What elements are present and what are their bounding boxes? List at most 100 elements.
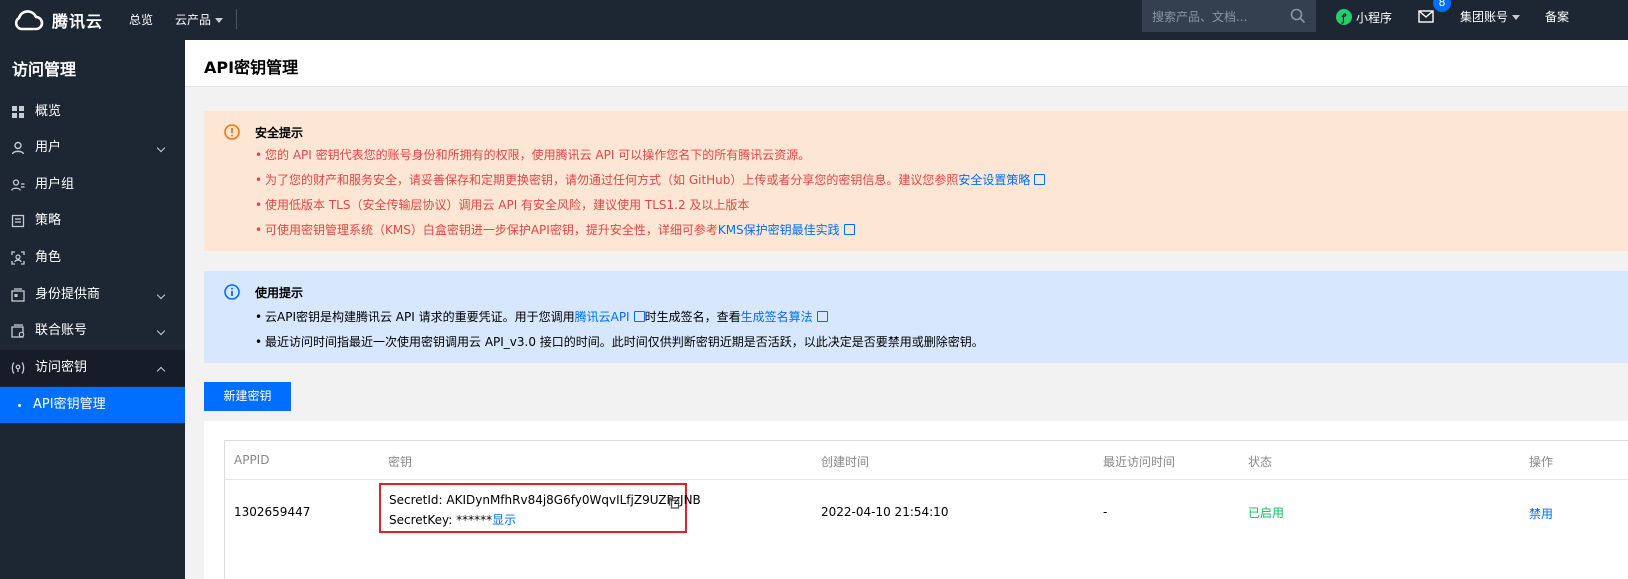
alert-line-text: 可使用密钥管理系统（KMS）白盒密钥进一步保护API密钥，提升安全性，详细可参考 bbox=[265, 223, 718, 237]
sidebar-item-api-key-management[interactable]: API密钥管理 bbox=[0, 387, 185, 423]
secret-highlight-box: SecretId: AKIDynMfhRv84j8G6fy0WqvILfjZ9U… bbox=[379, 483, 701, 533]
sidebar-item-user-groups[interactable]: 用户组 bbox=[0, 167, 185, 203]
alert-title: 安全提示 bbox=[255, 126, 304, 140]
secret-id: SecretId: AKIDynMfhRv84j8G6fy0WqvILfjZ9U… bbox=[389, 493, 701, 507]
table-header: APPID 密钥 创建时间 最近访问时间 状态 操作 bbox=[225, 441, 1628, 480]
security-alert: 安全提示 您的 API 密钥代表您的账号身份和所拥有的权限，使用腾讯云 API … bbox=[204, 111, 1628, 251]
beian-link[interactable]: 备案 bbox=[1545, 0, 1569, 34]
products-menu-label: 云产品 bbox=[175, 13, 212, 27]
mail-icon[interactable] bbox=[1418, 10, 1434, 23]
account-menu[interactable]: 集团账号 bbox=[1460, 0, 1521, 34]
secret-key: SecretKey: ******显示 bbox=[389, 511, 516, 528]
alert-line-text: 云API密钥是构建腾讯云 API 请求的重要凭证。用于您调用 bbox=[265, 310, 575, 324]
alert-line: 最近访问时间指最近一次使用密钥调用云 API_v3.0 接口的时间。此时间仅供判… bbox=[255, 333, 984, 350]
sidebar-item-label: API密钥管理 bbox=[33, 397, 106, 412]
tencent-cloud-logo[interactable]: 腾讯云 bbox=[12, 6, 103, 34]
page-header: API密钥管理 bbox=[185, 40, 1628, 87]
products-menu[interactable]: 云产品 bbox=[175, 0, 224, 40]
mini-program-icon: ꝭ bbox=[1336, 9, 1352, 25]
column-header-last-access: 最近访问时间 bbox=[1103, 455, 1176, 469]
security-policy-link[interactable]: 安全设置策略 bbox=[958, 173, 1030, 187]
account-label: 集团账号 bbox=[1460, 10, 1509, 24]
column-header-operations: 操作 bbox=[1529, 455, 1554, 469]
sidebar-item-label: 角色 bbox=[35, 250, 62, 265]
sidebar-item-roles[interactable]: 角色 bbox=[0, 240, 185, 276]
nav-divider bbox=[236, 9, 237, 29]
sidebar-item-label: 联合账号 bbox=[35, 323, 88, 338]
column-header-status: 状态 bbox=[1248, 455, 1273, 469]
show-secret-key-link[interactable]: 显示 bbox=[492, 513, 516, 527]
external-link-icon bbox=[843, 224, 855, 235]
alert-line: 为了您的财产和服务安全，请妥善保存和定期更换密钥，请勿通过任何方式（如 GitH… bbox=[255, 171, 1046, 188]
role-icon bbox=[11, 251, 25, 265]
sidebar: 访问管理 概览 用户 用户组 策略 角色 身份提供商 联合账号 访问密钥 API… bbox=[0, 40, 185, 579]
column-header-appid: APPID bbox=[234, 453, 270, 467]
sidebar-item-label: 策略 bbox=[35, 213, 62, 228]
warning-icon bbox=[224, 124, 240, 140]
column-header-created: 创建时间 bbox=[821, 455, 870, 469]
sidebar-item-users[interactable]: 用户 bbox=[0, 130, 185, 166]
sidebar-item-policies[interactable]: 策略 bbox=[0, 203, 185, 239]
cloud-api-link[interactable]: 腾讯云API bbox=[575, 310, 630, 324]
caret-down-icon bbox=[1512, 15, 1521, 20]
status-badge: 已启用 bbox=[1248, 506, 1285, 520]
page-title: API密钥管理 bbox=[204, 58, 299, 77]
sidebar-item-access-keys[interactable]: 访问密钥 bbox=[0, 350, 185, 386]
last-access-cell: - bbox=[1103, 505, 1108, 519]
external-link-icon bbox=[816, 311, 828, 322]
appid-cell: 1302659447 bbox=[234, 505, 311, 519]
alert-line: 使用低版本 TLS（安全传输层协议）调用云 API 有安全风险，建议使用 TLS… bbox=[255, 196, 749, 213]
search-input[interactable]: 搜索产品、文档... bbox=[1142, 0, 1316, 32]
mini-program-link[interactable]: ꝭ 小程序 bbox=[1336, 9, 1392, 25]
caret-down-icon bbox=[215, 18, 224, 23]
new-key-button[interactable]: 新建密钥 bbox=[204, 382, 291, 411]
top-navigation-bar: 腾讯云 总览 云产品 搜索产品、文档... ꝭ 小程序 8 集团账号 备案 bbox=[0, 0, 1628, 40]
user-icon bbox=[11, 141, 25, 155]
notification-badge: 8 bbox=[1433, 0, 1451, 12]
federated-account-icon bbox=[11, 324, 25, 338]
search-placeholder: 搜索产品、文档... bbox=[1152, 10, 1248, 24]
secret-key-label: SecretKey: bbox=[389, 513, 457, 527]
user-group-icon bbox=[11, 179, 25, 191]
signature-algorithm-link[interactable]: 生成签名算法 bbox=[741, 310, 813, 324]
secret-id-value[interactable]: AKIDynMfhRv84j8G6fy0WqvILfjZ9UZPzJNB bbox=[446, 493, 700, 507]
cloud-logo-icon bbox=[14, 10, 44, 31]
alert-line-text: 为了您的财产和服务安全，请妥善保存和定期更换密钥，请勿通过任何方式（如 GitH… bbox=[265, 173, 959, 187]
sidebar-item-label: 访问密钥 bbox=[35, 360, 88, 375]
sidebar-item-overview[interactable]: 概览 bbox=[0, 94, 185, 130]
key-table-panel: APPID 密钥 创建时间 最近访问时间 状态 操作 1302659447 Se… bbox=[204, 421, 1628, 579]
created-time-cell: 2022-04-10 21:54:10 bbox=[821, 505, 949, 519]
active-bullet-icon bbox=[18, 404, 21, 407]
external-link-icon bbox=[1034, 174, 1046, 185]
dashboard-icon bbox=[12, 106, 24, 118]
sidebar-title: 访问管理 bbox=[12, 60, 77, 79]
usage-alert: 使用提示 云API密钥是构建腾讯云 API 请求的重要凭证。用于您调用腾讯云AP… bbox=[204, 271, 1628, 363]
brand-name: 腾讯云 bbox=[52, 12, 104, 31]
chevron-down-icon bbox=[156, 143, 166, 153]
policy-icon bbox=[11, 214, 25, 228]
chevron-down-icon bbox=[156, 326, 166, 336]
sidebar-item-label: 概览 bbox=[35, 104, 62, 119]
alert-line: 云API密钥是构建腾讯云 API 请求的重要凭证。用于您调用腾讯云API 时生成签… bbox=[255, 308, 828, 325]
sidebar-item-label: 用户 bbox=[35, 140, 62, 155]
alert-line: 您的 API 密钥代表您的账号身份和所拥有的权限，使用腾讯云 API 可以操作您… bbox=[255, 146, 810, 163]
disable-key-link[interactable]: 禁用 bbox=[1529, 505, 1553, 522]
secret-id-label: SecretId: bbox=[389, 493, 447, 507]
alert-title: 使用提示 bbox=[255, 286, 304, 300]
identity-provider-icon bbox=[11, 288, 25, 302]
sidebar-item-federated-accounts[interactable]: 联合账号 bbox=[0, 313, 185, 349]
sidebar-item-identity-providers[interactable]: 身份提供商 bbox=[0, 277, 185, 313]
external-link-icon bbox=[633, 311, 645, 322]
key-table: APPID 密钥 创建时间 最近访问时间 状态 操作 1302659447 Se… bbox=[224, 440, 1628, 579]
alert-line-text: 时生成签名，查看 bbox=[644, 310, 741, 324]
overview-link[interactable]: 总览 bbox=[129, 0, 153, 40]
sidebar-item-label: 用户组 bbox=[35, 177, 75, 192]
kms-best-practice-link[interactable]: KMS保护密钥最佳实践 bbox=[718, 223, 840, 237]
copy-icon[interactable] bbox=[668, 497, 680, 509]
access-key-icon bbox=[11, 362, 25, 374]
chevron-down-icon bbox=[156, 290, 166, 300]
chevron-up-icon bbox=[156, 366, 166, 376]
alert-line: 可使用密钥管理系统（KMS）白盒密钥进一步保护API密钥，提升安全性，详细可参考… bbox=[255, 221, 855, 238]
secret-key-mask: ****** bbox=[456, 513, 493, 527]
search-icon[interactable] bbox=[1290, 8, 1306, 24]
